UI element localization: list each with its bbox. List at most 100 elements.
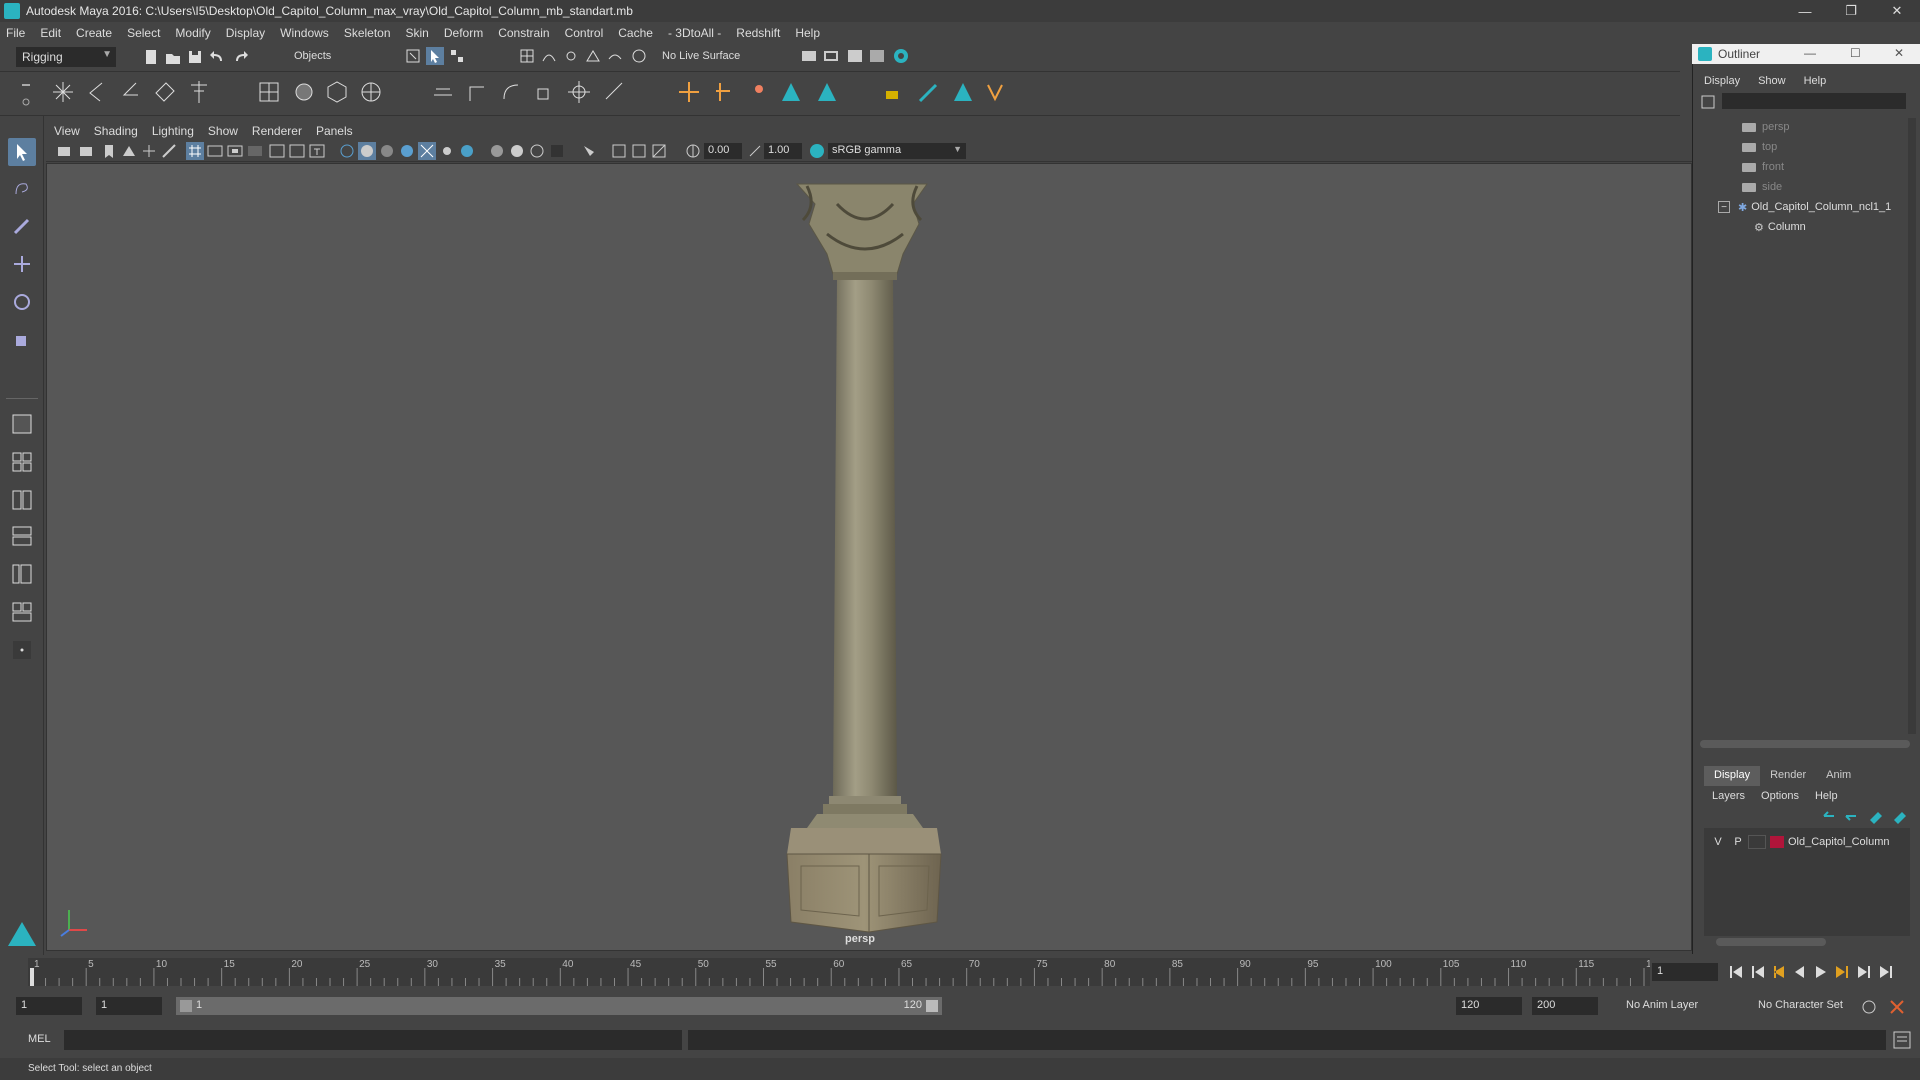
camera-lock-icon[interactable] bbox=[78, 142, 96, 160]
two-d-pan-icon[interactable] bbox=[140, 142, 158, 160]
xray-active-icon[interactable] bbox=[630, 142, 648, 160]
layer-display-type[interactable] bbox=[1748, 835, 1766, 849]
ik-handle-icon[interactable] bbox=[84, 79, 110, 105]
menu-skeleton[interactable]: Skeleton bbox=[344, 26, 391, 40]
selection-mode-objects[interactable]: Objects bbox=[290, 48, 380, 66]
paint-weights-icon[interactable] bbox=[290, 79, 316, 105]
gate-mask-icon[interactable] bbox=[246, 142, 264, 160]
undo-icon[interactable] bbox=[208, 48, 226, 66]
character-set-dropdown[interactable]: No Character Set bbox=[1748, 997, 1868, 1015]
minimize-icon[interactable]: — bbox=[1782, 0, 1828, 22]
layout-hypershade-button[interactable] bbox=[8, 598, 36, 626]
field-chart-icon[interactable] bbox=[268, 142, 286, 160]
layout-four-button[interactable] bbox=[8, 448, 36, 476]
textured-icon[interactable] bbox=[398, 142, 416, 160]
layer-menu-layers[interactable]: Layers bbox=[1712, 790, 1745, 802]
camera-select-icon[interactable] bbox=[56, 142, 74, 160]
menu-create[interactable]: Create bbox=[76, 26, 112, 40]
outliner-item-front[interactable]: front bbox=[1742, 158, 1784, 176]
ik-spline-icon[interactable] bbox=[118, 79, 144, 105]
shadows-icon[interactable] bbox=[438, 142, 456, 160]
auto-key-icon[interactable] bbox=[1860, 998, 1878, 1016]
outliner-item-top[interactable]: top bbox=[1742, 138, 1777, 156]
viewport-menu-show[interactable]: Show bbox=[208, 124, 238, 138]
anim-layer-dropdown[interactable]: No Anim Layer bbox=[1608, 997, 1738, 1015]
grid-toggle-icon[interactable] bbox=[186, 142, 204, 160]
orient-constraint-icon[interactable] bbox=[498, 79, 524, 105]
open-scene-icon[interactable] bbox=[164, 48, 182, 66]
outliner-scrollbar-v[interactable] bbox=[1908, 118, 1916, 734]
maya-m-icon[interactable] bbox=[950, 79, 976, 105]
locator-icon[interactable] bbox=[676, 79, 702, 105]
hud-icon[interactable] bbox=[650, 142, 668, 160]
playback-end-field[interactable]: 120 bbox=[1456, 997, 1522, 1015]
resolution-gate-icon[interactable] bbox=[226, 142, 244, 160]
render-view-icon[interactable] bbox=[822, 47, 840, 65]
layout-single-button[interactable] bbox=[8, 410, 36, 438]
gamma-icon[interactable] bbox=[746, 142, 764, 160]
point-constraint-icon[interactable] bbox=[464, 79, 490, 105]
hypershade-icon[interactable] bbox=[868, 47, 886, 65]
outliner-menu-help[interactable]: Help bbox=[1804, 75, 1827, 87]
aim-constraint-icon[interactable] bbox=[566, 79, 592, 105]
viewport-menu-shading[interactable]: Shading bbox=[94, 124, 138, 138]
minimize-icon[interactable]: — bbox=[1804, 46, 1816, 60]
smooth-shade-icon[interactable] bbox=[358, 142, 376, 160]
snap-curve-icon[interactable] bbox=[540, 47, 558, 65]
mirror-joint-icon[interactable] bbox=[186, 79, 212, 105]
ipr-render-icon[interactable] bbox=[892, 47, 910, 65]
layer-color-swatch[interactable] bbox=[1770, 836, 1784, 848]
layer-scrollbar-h[interactable] bbox=[1716, 938, 1826, 946]
menu-help[interactable]: Help bbox=[795, 26, 820, 40]
film-gate-icon[interactable] bbox=[206, 142, 224, 160]
menu-control[interactable]: Control bbox=[565, 26, 604, 40]
layout-persp-graph-button[interactable] bbox=[8, 522, 36, 550]
select-tool-button[interactable] bbox=[8, 138, 36, 166]
gamma-field[interactable]: 1.00 bbox=[764, 143, 802, 159]
rotate-tool-button[interactable] bbox=[8, 288, 36, 316]
insert-joint-icon[interactable] bbox=[152, 79, 178, 105]
outliner-menu-display[interactable]: Display bbox=[1704, 75, 1740, 87]
layer-playback-toggle[interactable]: P bbox=[1728, 836, 1748, 848]
animation-end-field[interactable]: 200 bbox=[1532, 997, 1598, 1015]
render-settings-icon[interactable] bbox=[846, 47, 864, 65]
range-start-handle[interactable] bbox=[180, 1000, 192, 1012]
character-controls-icon[interactable] bbox=[778, 79, 804, 105]
menu-skin[interactable]: Skin bbox=[406, 26, 429, 40]
joint-tool-icon[interactable] bbox=[50, 79, 76, 105]
snap-point-icon[interactable] bbox=[562, 47, 580, 65]
quick-rig-icon[interactable] bbox=[746, 79, 772, 105]
outliner-scrollbar-h[interactable] bbox=[1700, 740, 1910, 748]
command-language-label[interactable]: MEL bbox=[28, 1033, 51, 1045]
live-surface-icon[interactable] bbox=[630, 47, 648, 65]
current-frame-field[interactable]: 1 bbox=[1652, 963, 1718, 981]
image-plane-icon[interactable] bbox=[120, 142, 138, 160]
skin-tool-icon[interactable] bbox=[880, 79, 906, 105]
layer-menu-help[interactable]: Help bbox=[1815, 790, 1838, 802]
tab-render[interactable]: Render bbox=[1760, 766, 1816, 786]
layout-outliner-persp-button[interactable] bbox=[8, 560, 36, 588]
brush-icon[interactable] bbox=[916, 79, 942, 105]
outliner-item-group[interactable]: − ✱ Old_Capitol_Column_ncl1_1 bbox=[1718, 198, 1891, 216]
check-v-icon[interactable] bbox=[982, 79, 1008, 105]
layer-visibility-toggle[interactable]: V bbox=[1708, 836, 1728, 848]
pole-vector-icon[interactable] bbox=[602, 79, 628, 105]
outliner-search-input[interactable] bbox=[1722, 93, 1906, 109]
menu-modify[interactable]: Modify bbox=[175, 26, 210, 40]
time-ruler[interactable]: 1 5 10 15 20 25 30 35 40 45 50 55 60 65 70 75 80 85 90 95 10… bbox=[28, 958, 1650, 986]
playback-start-field[interactable]: 1 bbox=[96, 997, 162, 1015]
lattice-icon[interactable] bbox=[324, 79, 350, 105]
close-icon[interactable]: ✕ bbox=[1874, 0, 1920, 22]
color-management-icon[interactable] bbox=[808, 142, 826, 160]
menu-edit[interactable]: Edit bbox=[40, 26, 61, 40]
menu-display[interactable]: Display bbox=[226, 26, 265, 40]
layout-two-button[interactable] bbox=[8, 486, 36, 514]
maximize-icon[interactable]: ☐ bbox=[1850, 46, 1861, 60]
scale-constraint-icon[interactable] bbox=[532, 79, 558, 105]
menu-windows[interactable]: Windows bbox=[280, 26, 329, 40]
snap-surface-icon[interactable] bbox=[606, 47, 624, 65]
outliner-item-side[interactable]: side bbox=[1742, 178, 1782, 196]
menu-deform[interactable]: Deform bbox=[444, 26, 483, 40]
snap-grid-icon[interactable] bbox=[518, 47, 536, 65]
grease-pencil-icon[interactable] bbox=[160, 142, 178, 160]
